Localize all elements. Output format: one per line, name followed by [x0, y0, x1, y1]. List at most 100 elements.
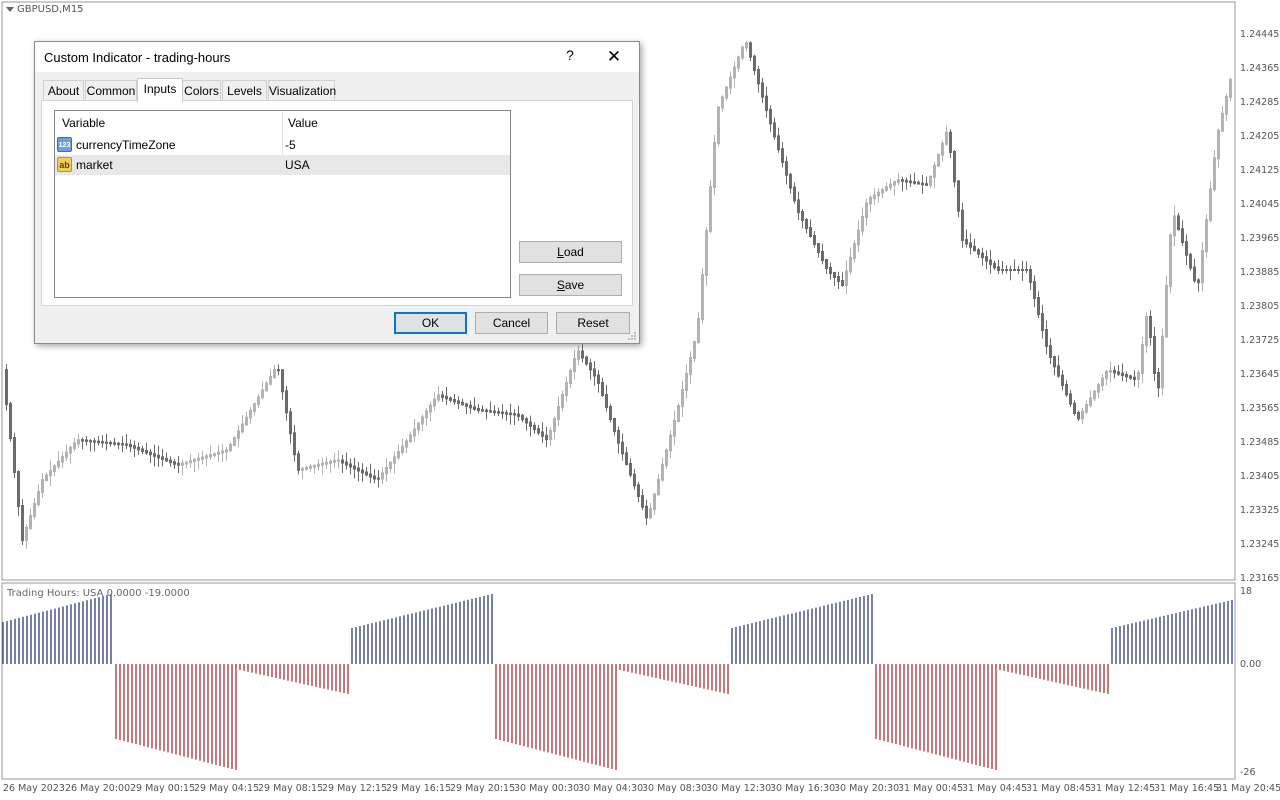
close-icon[interactable]: ✕ [603, 47, 625, 67]
candle-body [1109, 370, 1112, 373]
candle-body [197, 457, 200, 461]
candle-body [281, 369, 284, 393]
candle-body [1133, 376, 1136, 380]
candle-body [69, 447, 72, 454]
time-axis-label: 30 May 12:30 [706, 783, 772, 794]
candle-body [757, 69, 760, 85]
candle-body [309, 465, 312, 469]
candle-body [1033, 281, 1036, 299]
candle-body [141, 448, 144, 452]
candle-body [157, 454, 160, 459]
reset-button[interactable]: Reset [556, 312, 630, 334]
candle-body [481, 409, 484, 412]
candle-body [949, 131, 952, 153]
candle-body [917, 181, 920, 185]
price-axis-label: 1.23325 [1240, 505, 1280, 516]
resize-grip-icon[interactable] [627, 331, 637, 341]
ok-button[interactable]: OK [394, 312, 467, 334]
candle-body [597, 374, 600, 384]
candle-body [677, 405, 680, 422]
candle-body [125, 443, 128, 446]
table-row[interactable]: ab market USA [55, 155, 510, 175]
candle-body [405, 440, 408, 448]
price-axis-label: 1.23485 [1240, 437, 1280, 448]
candle-body [493, 410, 496, 414]
candle-body [477, 407, 480, 412]
candle-body [1081, 410, 1084, 420]
candle-body [689, 357, 692, 375]
candle-body [1141, 344, 1144, 374]
candle-body [889, 183, 892, 189]
time-axis-label: 30 May 20:30 [834, 783, 900, 794]
variable-value[interactable]: USA [285, 158, 310, 172]
help-button[interactable]: ? [563, 47, 577, 67]
collapse-triangle-icon[interactable] [6, 6, 14, 12]
tab-colors[interactable]: Colors [182, 80, 221, 101]
candle-body [1077, 412, 1080, 420]
candle-body [173, 461, 176, 465]
candle-body [841, 280, 844, 286]
price-axis-label: 1.23885 [1240, 267, 1280, 278]
price-axis-label: 1.23405 [1240, 471, 1280, 482]
table-row[interactable]: 123 currencyTimeZone -5 [55, 135, 510, 155]
candle-body [377, 477, 380, 480]
candle-body [81, 439, 84, 442]
column-header-value[interactable]: Value [288, 111, 318, 133]
column-header-variable[interactable]: Variable [62, 111, 105, 133]
candle-body [425, 410, 428, 419]
inputs-panel: Variable Value 123 currencyTimeZone -5 a… [41, 100, 633, 306]
candle-body [901, 179, 904, 182]
candle-body [1005, 269, 1008, 271]
tab-levels[interactable]: Levels [222, 80, 267, 101]
candle-body [1153, 336, 1156, 374]
candle-body [185, 461, 188, 465]
candle-body [541, 431, 544, 437]
candle-body [1173, 215, 1176, 237]
candle-body [585, 356, 588, 365]
integer-type-icon: 123 [57, 137, 72, 152]
candle-body [1117, 371, 1120, 375]
candle-body [445, 395, 448, 400]
candle-body [161, 456, 164, 460]
candle-body [609, 406, 612, 420]
cancel-button[interactable]: Cancel [475, 312, 548, 334]
candle-body [649, 508, 652, 519]
candle-body [1013, 269, 1016, 271]
tab-common[interactable]: Common [85, 80, 137, 101]
candle-body [241, 423, 244, 433]
candle-body [1021, 269, 1024, 271]
custom-indicator-dialog[interactable]: Custom Indicator - trading-hours ? ✕ Abo… [34, 41, 640, 344]
tab-visualization[interactable]: Visualization [268, 80, 336, 101]
save-button[interactable]: Save [519, 274, 622, 296]
candle-body [969, 242, 972, 248]
candle-body [1169, 234, 1172, 287]
candle-body [353, 465, 356, 470]
candle-body [369, 473, 372, 478]
price-axis-label: 1.23725 [1240, 335, 1280, 346]
indicator-histogram [2, 594, 1233, 770]
candle-body [409, 434, 412, 443]
candle-body [825, 259, 828, 269]
inputs-table[interactable]: Variable Value 123 currencyTimeZone -5 a… [54, 110, 511, 298]
candle-body [65, 451, 68, 459]
candle-body [1217, 129, 1220, 160]
candle-body [109, 441, 112, 445]
candle-body [137, 446, 140, 451]
candle-body [77, 439, 80, 445]
tab-about[interactable]: About [43, 80, 84, 101]
candle-body [553, 418, 556, 432]
dialog-titlebar[interactable]: Custom Indicator - trading-hours ? ✕ [35, 42, 639, 72]
candle-body [1057, 365, 1060, 377]
candle-body [17, 471, 20, 507]
candle-body [269, 375, 272, 385]
load-button[interactable]: Load [519, 241, 622, 263]
time-axis-label: 30 May 00:30 [514, 783, 580, 794]
candle-body [285, 390, 288, 414]
candle-body [1181, 228, 1184, 243]
variable-value[interactable]: -5 [285, 138, 296, 152]
candle-body [1221, 112, 1224, 132]
candle-body [273, 369, 276, 378]
candle-body [93, 440, 96, 443]
candle-body [733, 66, 736, 79]
tab-inputs[interactable]: Inputs [137, 78, 183, 102]
